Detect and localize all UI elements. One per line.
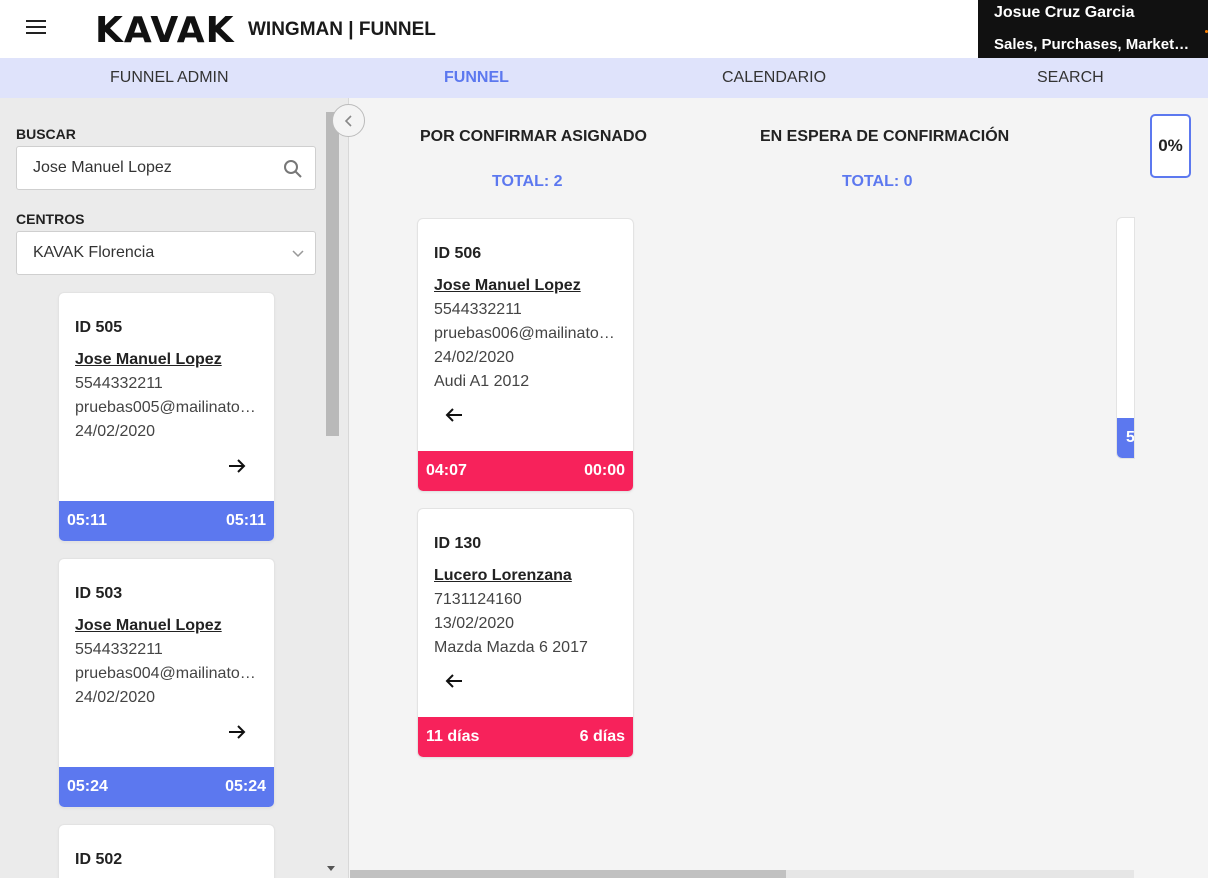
board-horizontal-scrollbar[interactable] bbox=[350, 870, 1134, 878]
card-timer-right: 00:00 bbox=[584, 462, 625, 479]
centros-select[interactable]: KAVAK Florencia bbox=[16, 231, 316, 275]
sidebar-scroll-thumb[interactable] bbox=[326, 112, 339, 436]
card-date: 13/02/2020 bbox=[434, 615, 515, 632]
card-timer-right: 05:11 bbox=[225, 512, 266, 529]
search-label: BUSCAR bbox=[16, 126, 76, 142]
chevron-down-icon bbox=[292, 250, 304, 258]
search-input[interactable]: Jose Manuel Lopez bbox=[16, 146, 316, 190]
card-timer-right: 6 días bbox=[579, 728, 625, 745]
main-nav: FUNNEL ADMIN FUNNEL CALENDARIO SEARCH bbox=[0, 58, 1208, 98]
card-timer-right: 05:24 bbox=[225, 778, 266, 795]
centros-label: CENTROS bbox=[16, 211, 85, 227]
card-timer-left: 11 días bbox=[426, 728, 480, 745]
chevron-left-icon bbox=[344, 115, 352, 127]
card-phone: 7131124160 bbox=[434, 591, 522, 608]
user-name: Josue Cruz Garcia bbox=[994, 4, 1135, 21]
lead-card[interactable]: ID 130 Lucero Lorenzana 7131124160 13/02… bbox=[418, 509, 633, 757]
sidebar-scrollbar[interactable] bbox=[325, 110, 340, 876]
card-email: pruebas004@mailinator.com bbox=[75, 665, 260, 682]
card-email: pruebas006@mailinator.com bbox=[434, 325, 619, 342]
card-date: 24/02/2020 bbox=[75, 689, 156, 706]
card-id: ID 505 bbox=[75, 319, 123, 336]
lead-card[interactable]: ID 503 Jose Manuel Lopez 5544332211 prue… bbox=[59, 559, 274, 807]
card-id: ID 502 bbox=[75, 851, 123, 868]
collapse-sidebar-button[interactable] bbox=[332, 104, 365, 137]
kavak-logo[interactable]: KAVAK bbox=[95, 10, 235, 51]
lead-card[interactable]: ID 506 Jose Manuel Lopez 5544332211 prue… bbox=[418, 219, 633, 491]
conversion-percent: 0% bbox=[1150, 114, 1191, 178]
user-roles: Sales, Purchases, Marketing bbox=[994, 36, 1190, 53]
menu-icon[interactable] bbox=[26, 20, 46, 36]
search-icon[interactable] bbox=[283, 159, 303, 179]
card-email: pruebas005@mailinator.com bbox=[75, 399, 260, 416]
sidebar: BUSCAR Jose Manuel Lopez CENTROS KAVAK F… bbox=[0, 98, 349, 878]
card-date: 24/02/2020 bbox=[75, 423, 156, 440]
arrow-left-icon[interactable] bbox=[442, 403, 466, 427]
card-customer-name[interactable]: Jose Manuel Lopez bbox=[434, 277, 581, 295]
card-id: ID 506 bbox=[434, 245, 482, 262]
card-timer-partial: 5 bbox=[1117, 418, 1134, 458]
top-bar: KAVAK WINGMAN | FUNNEL Josue Cruz Garcia… bbox=[0, 0, 1208, 58]
card-date: 24/02/2020 bbox=[434, 349, 515, 366]
card-timer-left: 05:11 bbox=[67, 512, 108, 529]
arrow-right-icon[interactable] bbox=[225, 720, 249, 744]
card-timer: 11 días 6 días bbox=[418, 717, 633, 757]
centros-select-value: KAVAK Florencia bbox=[33, 244, 155, 261]
search-input-value: Jose Manuel Lopez bbox=[33, 159, 172, 176]
column-title: POR CONFIRMAR ASIGNADO bbox=[420, 128, 647, 145]
tab-search[interactable]: SEARCH bbox=[1037, 69, 1104, 87]
lead-card[interactable]: ID 505 Jose Manuel Lopez 5544332211 prue… bbox=[59, 293, 274, 541]
board-scroll-thumb[interactable] bbox=[350, 870, 786, 878]
card-car: Mazda Mazda 6 2017 bbox=[434, 639, 588, 656]
column-title: EN ESPERA DE CONFIRMACIÓN bbox=[760, 128, 1010, 145]
lead-card-partial[interactable]: 5 bbox=[1117, 218, 1134, 458]
card-customer-name[interactable]: Jose Manuel Lopez bbox=[75, 617, 222, 635]
scroll-down-icon[interactable] bbox=[327, 866, 335, 871]
page-title: WINGMAN | FUNNEL bbox=[248, 19, 436, 40]
card-timer-left: 04:07 bbox=[426, 462, 467, 479]
arrow-left-icon[interactable] bbox=[442, 669, 466, 693]
column-total: TOTAL: 0 bbox=[842, 173, 913, 190]
card-customer-name[interactable]: Jose Manuel Lopez bbox=[75, 351, 222, 369]
arrow-right-icon[interactable] bbox=[225, 454, 249, 478]
column-total: TOTAL: 2 bbox=[492, 173, 563, 190]
card-phone: 5544332211 bbox=[75, 641, 163, 658]
tab-calendario[interactable]: CALENDARIO bbox=[722, 69, 826, 87]
card-phone: 5544332211 bbox=[75, 375, 163, 392]
card-id: ID 503 bbox=[75, 585, 123, 602]
lead-card[interactable]: ID 502 bbox=[59, 825, 274, 878]
card-car: Audi A1 2012 bbox=[434, 373, 530, 390]
card-timer: 05:11 05:11 bbox=[59, 501, 274, 541]
tab-funnel[interactable]: FUNNEL bbox=[444, 69, 509, 87]
user-menu[interactable]: Josue Cruz Garcia Sales, Purchases, Mark… bbox=[978, 0, 1208, 58]
card-id: ID 130 bbox=[434, 535, 482, 552]
card-customer-name[interactable]: Lucero Lorenzana bbox=[434, 567, 572, 585]
tab-funnel-admin[interactable]: FUNNEL ADMIN bbox=[110, 69, 229, 87]
card-timer: 05:24 05:24 bbox=[59, 767, 274, 807]
card-timer-left: 05:24 bbox=[67, 778, 108, 795]
card-phone: 5544332211 bbox=[434, 301, 522, 318]
card-timer: 04:07 00:00 bbox=[418, 451, 633, 491]
